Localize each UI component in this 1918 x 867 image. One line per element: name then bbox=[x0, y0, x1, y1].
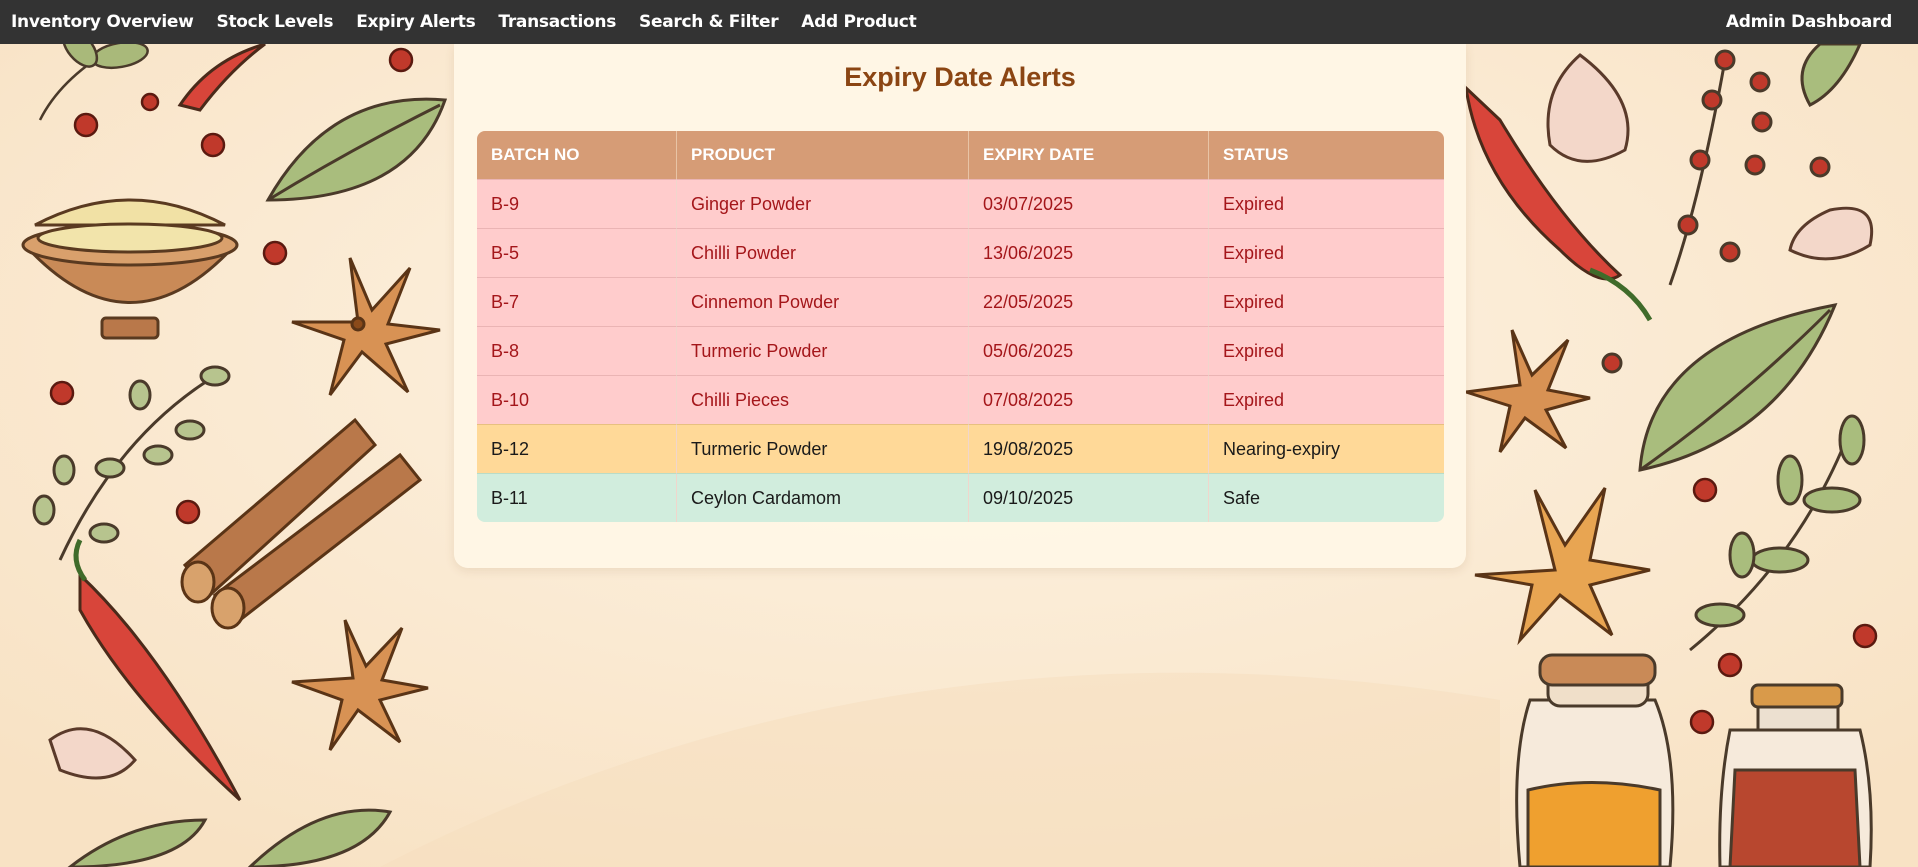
product-cell: Ginger Powder bbox=[677, 179, 969, 228]
table-row: B-5 Chilli Powder 13/06/2025 Expired bbox=[477, 228, 1444, 277]
nav-links: Inventory Overview Stock Levels Expiry A… bbox=[0, 12, 939, 32]
product-cell: Turmeric Powder bbox=[677, 424, 969, 473]
product-cell: Chilli Pieces bbox=[677, 375, 969, 424]
top-navbar: Inventory Overview Stock Levels Expiry A… bbox=[0, 0, 1918, 44]
expiry-alerts-table: BATCH NO PRODUCT EXPIRY DATE STATUS B-9 … bbox=[477, 131, 1444, 522]
status-cell: Expired bbox=[1209, 179, 1444, 228]
expiry-date-cell: 19/08/2025 bbox=[969, 424, 1209, 473]
table-row: B-10 Chilli Pieces 07/08/2025 Expired bbox=[477, 375, 1444, 424]
table-row: B-11 Ceylon Cardamom 09/10/2025 Safe bbox=[477, 473, 1444, 522]
batch-cell: B-9 bbox=[477, 179, 677, 228]
product-cell: Chilli Powder bbox=[677, 228, 969, 277]
table-row: B-8 Turmeric Powder 05/06/2025 Expired bbox=[477, 326, 1444, 375]
table-row: B-7 Cinnemon Powder 22/05/2025 Expired bbox=[477, 277, 1444, 326]
table-header-row: BATCH NO PRODUCT EXPIRY DATE STATUS bbox=[477, 131, 1444, 179]
nav-link-inventory-overview[interactable]: Inventory Overview bbox=[11, 12, 194, 32]
expiry-date-cell: 13/06/2025 bbox=[969, 228, 1209, 277]
nav-link-search-filter[interactable]: Search & Filter bbox=[639, 12, 779, 32]
expiry-alerts-panel: Expiry Date Alerts BATCH NO PRODUCT EXPI… bbox=[454, 44, 1466, 568]
nav-link-stock-levels[interactable]: Stock Levels bbox=[217, 12, 334, 32]
product-cell: Ceylon Cardamom bbox=[677, 473, 969, 522]
nav-link-add-product[interactable]: Add Product bbox=[801, 12, 916, 32]
batch-cell: B-10 bbox=[477, 375, 677, 424]
expiry-date-cell: 09/10/2025 bbox=[969, 473, 1209, 522]
batch-cell: B-12 bbox=[477, 424, 677, 473]
page-title: Expiry Date Alerts bbox=[844, 62, 1076, 92]
column-header-product: PRODUCT bbox=[677, 131, 969, 179]
nav-link-expiry-alerts[interactable]: Expiry Alerts bbox=[356, 12, 476, 32]
nav-link-transactions[interactable]: Transactions bbox=[498, 12, 616, 32]
batch-cell: B-11 bbox=[477, 473, 677, 522]
expiry-date-cell: 05/06/2025 bbox=[969, 326, 1209, 375]
batch-cell: B-8 bbox=[477, 326, 677, 375]
expiry-date-cell: 22/05/2025 bbox=[969, 277, 1209, 326]
status-cell: Nearing-expiry bbox=[1209, 424, 1444, 473]
status-cell: Safe bbox=[1209, 473, 1444, 522]
table-row: B-9 Ginger Powder 03/07/2025 Expired bbox=[477, 179, 1444, 228]
product-cell: Cinnemon Powder bbox=[677, 277, 969, 326]
column-header-batch-no: BATCH NO bbox=[477, 131, 677, 179]
product-cell: Turmeric Powder bbox=[677, 326, 969, 375]
batch-cell: B-7 bbox=[477, 277, 677, 326]
column-header-expiry-date: EXPIRY DATE bbox=[969, 131, 1209, 179]
nav-link-admin-dashboard[interactable]: Admin Dashboard bbox=[1726, 0, 1892, 44]
batch-cell: B-5 bbox=[477, 228, 677, 277]
status-cell: Expired bbox=[1209, 277, 1444, 326]
table-row: B-12 Turmeric Powder 19/08/2025 Nearing-… bbox=[477, 424, 1444, 473]
column-header-status: STATUS bbox=[1209, 131, 1444, 179]
status-cell: Expired bbox=[1209, 228, 1444, 277]
status-cell: Expired bbox=[1209, 375, 1444, 424]
expiry-date-cell: 03/07/2025 bbox=[969, 179, 1209, 228]
status-cell: Expired bbox=[1209, 326, 1444, 375]
expiry-date-cell: 07/08/2025 bbox=[969, 375, 1209, 424]
